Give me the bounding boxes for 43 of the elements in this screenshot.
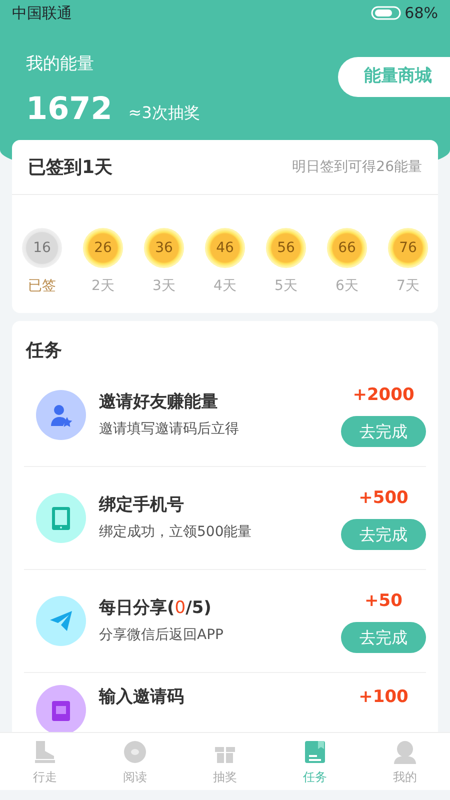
reward-amount: +500 [358,486,408,510]
checkin-title: 已签到1天 [28,156,113,180]
coin: 36 [144,228,184,268]
carrier-name: 中国联通 [12,2,72,24]
coin: 66 [327,228,367,268]
day-label: 5天 [274,277,298,296]
tasks-title: 任务 [24,339,63,363]
day-label: 4天 [214,277,236,296]
coin: 16 [22,228,62,268]
tab-item[interactable]: 抽奖 [180,733,270,790]
shop-button[interactable]: 能量商城 [338,57,450,96]
task-description: 分享微信后返回APP [99,626,224,646]
reward-amount: +50 [364,590,402,613]
energy-label: 我的能量 [26,53,94,76]
day-label: 2天 [92,277,114,296]
day-label: 7天 [396,277,420,296]
tab-item[interactable]: 阅读 [90,733,180,790]
task-title: 每日分享(0/5) [99,596,212,620]
draw-estimate: ≈3次抽奖 [128,102,200,124]
day-label: 3天 [152,277,176,296]
day-label: 已签 [28,277,56,296]
task-title: 输入邀请码 [99,686,185,709]
tab-item[interactable]: 我的 [360,733,450,790]
battery-percent: 68% [404,2,438,24]
tab-item[interactable]: 行走 [0,733,90,790]
checkin-hint: 明日签到可得26能量 [292,158,422,176]
task-description: 邀请填写邀请码后立得 [99,420,240,440]
tab-item[interactable]: 任务 [270,733,360,790]
task-title: 绑定手机号 [99,494,185,517]
complete-button[interactable]: 去完成 [341,416,426,448]
day-label: 6天 [336,277,358,296]
coin: 26 [83,228,123,268]
coin: 56 [266,228,306,268]
reward-amount: +100 [358,686,408,709]
battery-icon [370,6,401,20]
coin: 76 [388,228,428,268]
task-title: 邀请好友赚能量 [99,390,219,414]
reward-amount: +2000 [352,384,414,407]
complete-button[interactable]: 去完成 [341,519,426,550]
coin: 46 [205,228,245,268]
task-description: 绑定成功，立领500能量 [99,523,253,542]
energy-value: 1672 [26,94,112,124]
complete-button[interactable]: 去完成 [341,622,426,654]
